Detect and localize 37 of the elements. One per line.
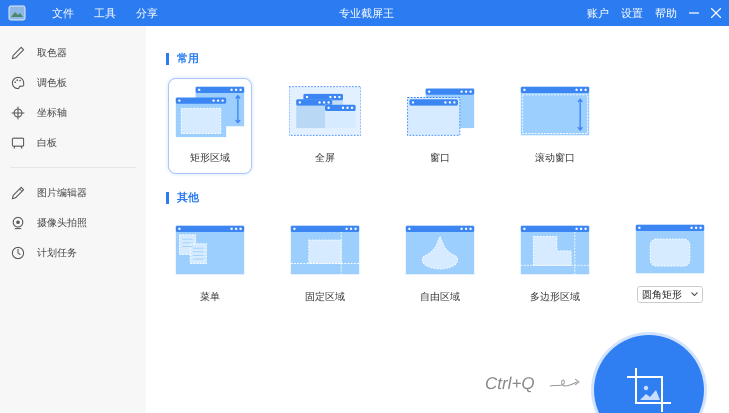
crop-image-icon bbox=[624, 365, 674, 413]
sidebar-item[interactable]: 调色板 bbox=[37, 76, 67, 90]
app-logo-icon bbox=[8, 5, 26, 21]
sidebar-item[interactable]: 摄像头拍照 bbox=[37, 216, 87, 230]
menu-item[interactable]: 帮助 bbox=[655, 6, 677, 20]
shape-dropdown[interactable]: 圆角矩形 bbox=[637, 286, 703, 303]
capture-mode-tile[interactable]: 全屏 bbox=[283, 78, 367, 174]
webcam-icon bbox=[10, 215, 26, 231]
whiteboard-icon bbox=[10, 135, 26, 151]
caret-icon bbox=[691, 292, 698, 297]
section-title: 常用 bbox=[177, 51, 199, 66]
sidebar-item[interactable]: 坐标轴 bbox=[37, 106, 67, 120]
sidebar-item[interactable]: 计划任务 bbox=[37, 246, 77, 260]
capture-mode-tile[interactable]: 多边形区域 bbox=[513, 217, 597, 313]
palette-icon bbox=[10, 75, 26, 91]
pencil-icon bbox=[10, 185, 26, 201]
menu-item[interactable]: 账户 bbox=[587, 6, 609, 20]
menu-item[interactable]: 分享 bbox=[136, 6, 158, 20]
capture-mode-tile[interactable]: 滚动窗口 bbox=[513, 78, 597, 174]
menu-item[interactable]: 工具 bbox=[94, 6, 116, 20]
capture-mode-tile[interactable]: 矩形区域 bbox=[168, 78, 252, 174]
crosshair-icon bbox=[10, 105, 26, 121]
clock-icon bbox=[10, 245, 26, 261]
sidebar-item[interactable]: 白板 bbox=[37, 136, 57, 150]
sidebar-item[interactable]: 图片编辑器 bbox=[37, 186, 87, 200]
menu-item[interactable]: 设置 bbox=[621, 6, 643, 20]
sidebar-item[interactable]: 取色器 bbox=[37, 46, 67, 60]
pencil-icon bbox=[10, 45, 26, 61]
section-title: 其他 bbox=[177, 190, 199, 205]
window-title: 专业截屏王 bbox=[338, 6, 395, 20]
capture-mode-tile[interactable]: 自由区域 bbox=[398, 217, 482, 313]
capture-mode-tile[interactable]: 固定区域 bbox=[283, 217, 367, 313]
capture-mode-tile[interactable]: 菜单 bbox=[168, 217, 252, 313]
close-icon[interactable] bbox=[711, 8, 721, 18]
shortcut-hint: Ctrl+Q bbox=[485, 374, 535, 394]
menu-item[interactable]: 文件 bbox=[52, 6, 74, 20]
capture-mode-tile[interactable]: 窗口 bbox=[398, 78, 482, 174]
